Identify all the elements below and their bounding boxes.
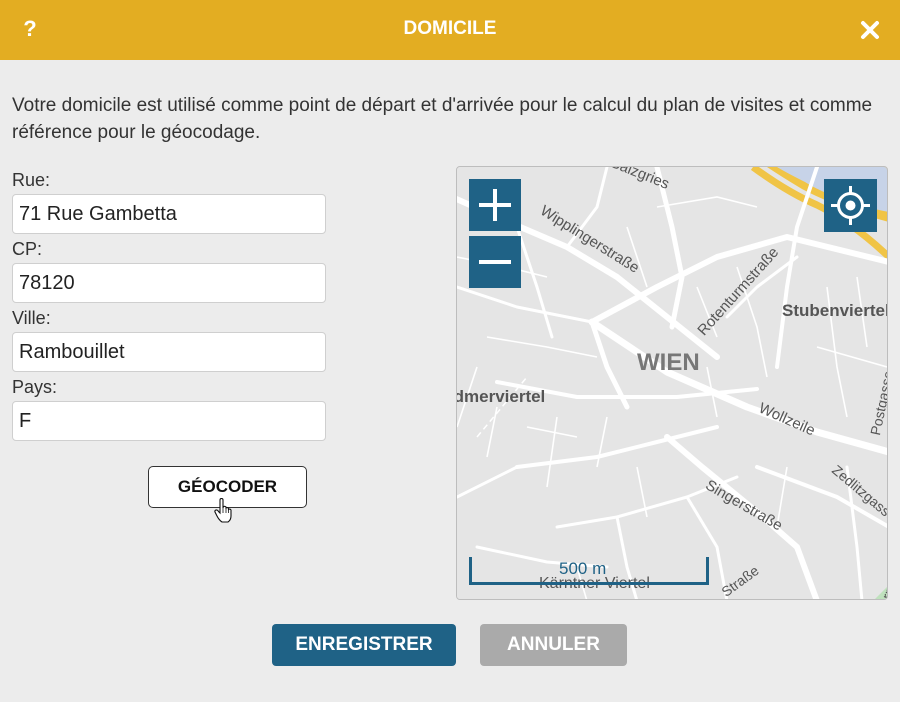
map-label-wien: WIEN xyxy=(637,349,700,376)
city-label: Ville: xyxy=(12,308,51,328)
street-input[interactable] xyxy=(12,194,326,234)
close-icon[interactable] xyxy=(856,16,884,44)
map-label-widmerviertel: Widmerviertel xyxy=(457,387,546,406)
hand-cursor-icon xyxy=(214,497,234,529)
zoom-out-icon[interactable] xyxy=(469,236,521,288)
street-label: Rue: xyxy=(12,170,51,190)
map-scale-label: 500 m xyxy=(559,559,607,578)
save-button[interactable]: ENREGISTRER xyxy=(272,624,456,666)
locate-icon[interactable] xyxy=(824,179,877,232)
description-text: Votre domicile est utilisé comme point d… xyxy=(12,95,873,143)
zoom-in-icon[interactable] xyxy=(469,179,521,231)
dialog-header: ? DOMICILE xyxy=(0,0,900,60)
map-view[interactable]: Salzgries Wipplingerstraße Rotenturmstra… xyxy=(456,166,888,600)
map-label-stubenviertel: Stubenviertel xyxy=(782,301,888,320)
city-input[interactable] xyxy=(12,332,326,372)
zip-label: CP: xyxy=(12,239,43,259)
country-input[interactable] xyxy=(12,401,326,441)
zip-input[interactable] xyxy=(12,263,326,303)
help-button[interactable]: ? xyxy=(20,14,40,44)
country-label: Pays: xyxy=(12,377,58,397)
dialog-title: DOMICILE xyxy=(403,18,497,39)
cancel-button[interactable]: ANNULER xyxy=(480,624,627,666)
